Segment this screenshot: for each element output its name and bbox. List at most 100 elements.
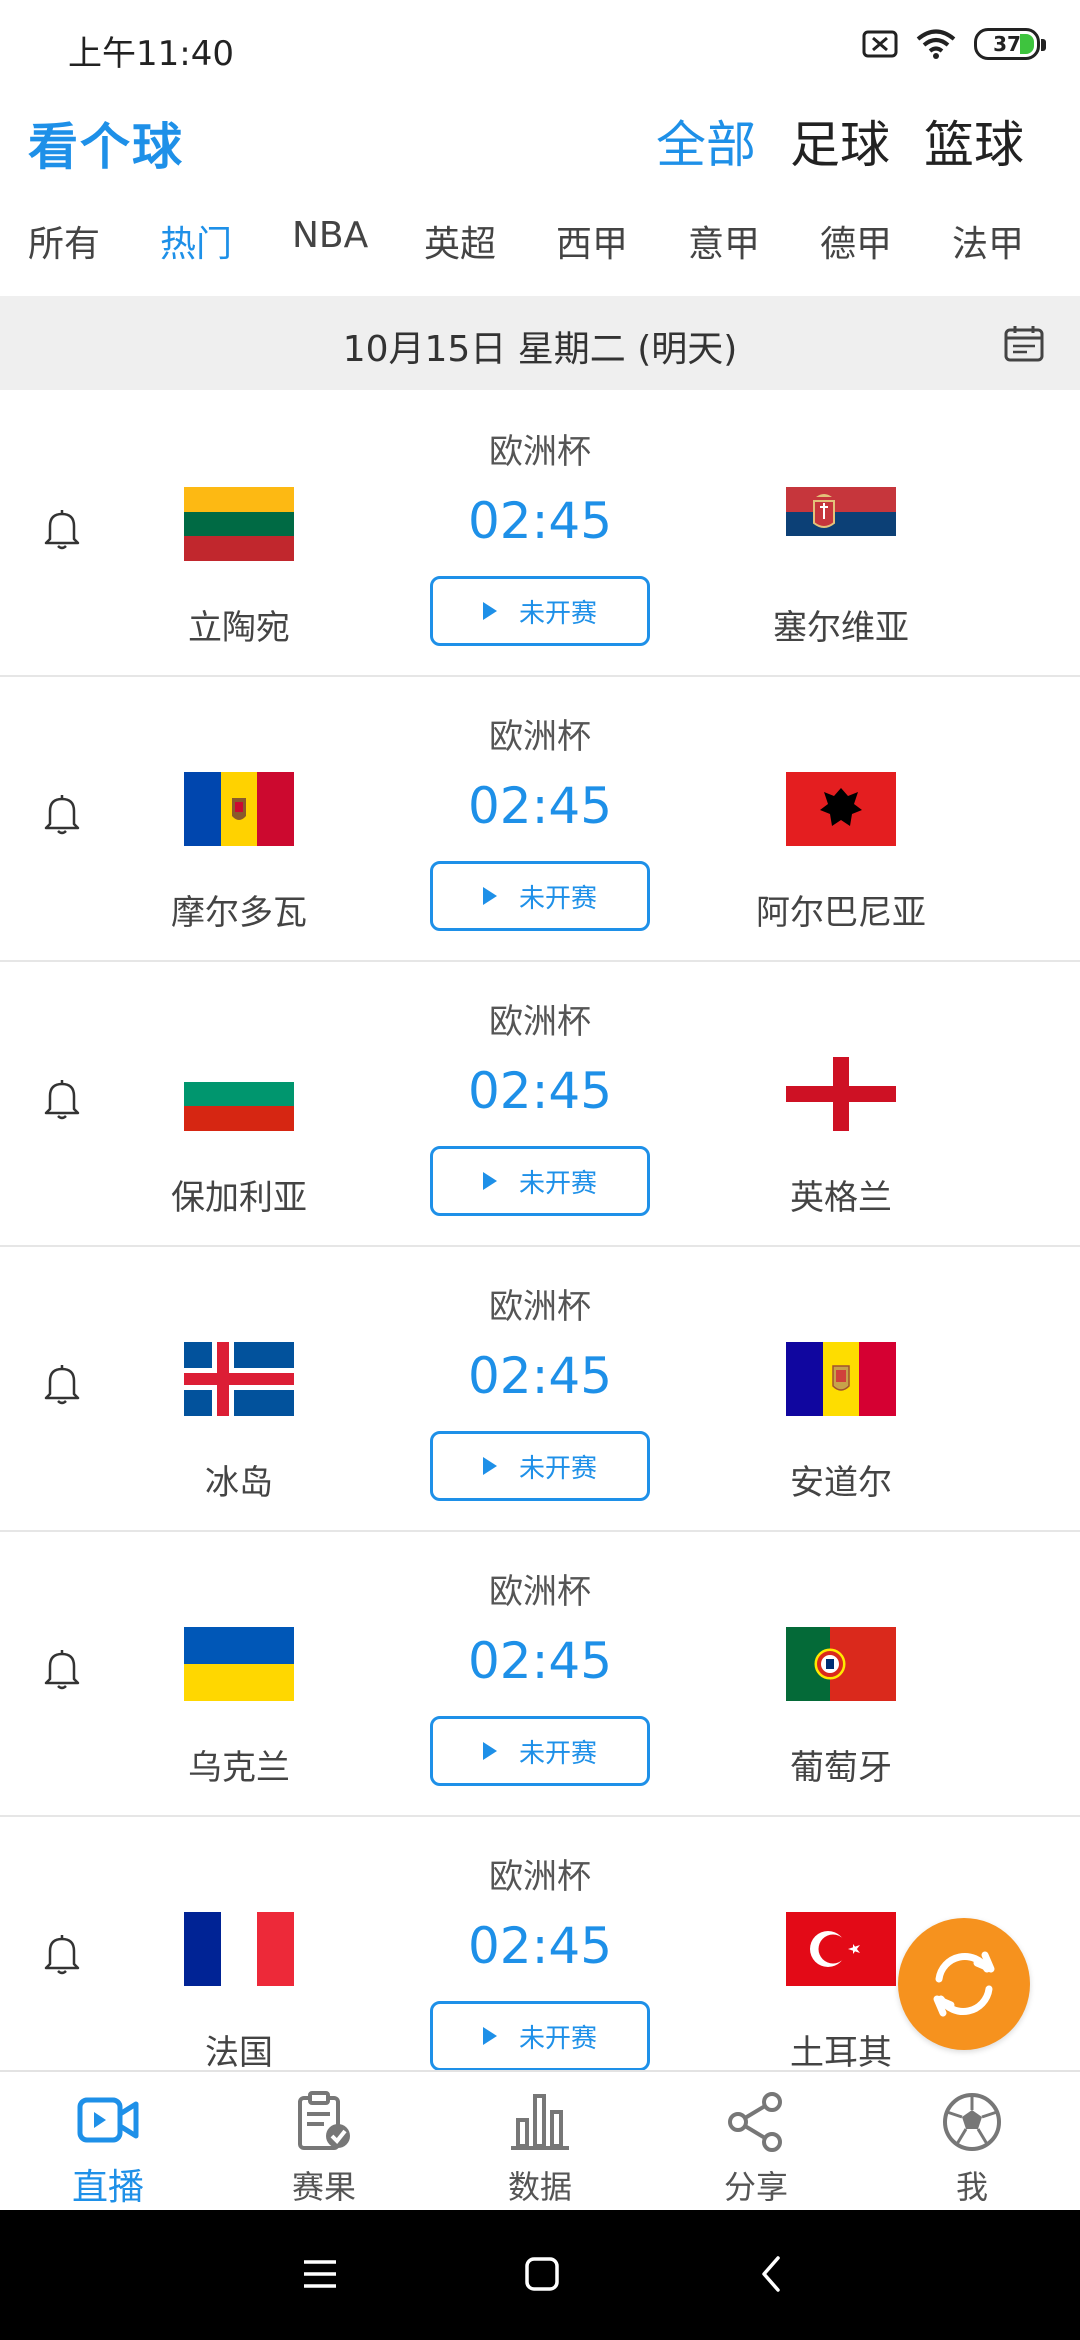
play-icon [482, 1457, 497, 1475]
away-team-name: 塞尔维亚 [773, 608, 909, 648]
play-icon [482, 602, 497, 620]
match-status-label: 未开赛 [518, 2023, 597, 2054]
share-icon [728, 2092, 782, 2152]
england-flag [786, 1057, 896, 1131]
moldova-flag [184, 772, 294, 846]
nav-data-label: 数据 [507, 2168, 572, 2206]
nav-live[interactable]: 直播 [0, 2072, 216, 2212]
lithuania-flag [184, 487, 294, 561]
match-row[interactable]: 冰岛 欧洲杯 02:45 未开赛 安道尔 [0, 1247, 1080, 1532]
home-team-name: 摩尔多瓦 [171, 893, 307, 933]
away-team-name: 阿尔巴尼亚 [756, 893, 926, 933]
calendar-icon[interactable] [1004, 324, 1044, 362]
bell-icon[interactable] [42, 507, 82, 551]
league-tab-bundesliga[interactable]: 德甲 [792, 215, 924, 295]
match-status-button[interactable]: 未开赛 [430, 1431, 650, 1501]
refresh-icon [933, 1951, 995, 2017]
away-team-name: 葡萄牙 [790, 1748, 892, 1788]
live-video-icon [77, 2097, 139, 2143]
app-logo: 看个球 [28, 118, 184, 176]
app-header: 看个球 全部 足球 篮球 [0, 95, 1080, 190]
nav-share-label: 分享 [723, 2168, 788, 2206]
match-status-button[interactable]: 未开赛 [430, 1146, 650, 1216]
nav-me[interactable]: 我 [864, 2072, 1080, 2212]
sport-tabs: 全部 足球 篮球 [656, 105, 1024, 177]
league-tab-serie-a[interactable]: 意甲 [660, 215, 792, 295]
albania-flag [786, 772, 896, 846]
bell-icon[interactable] [42, 1077, 82, 1121]
status-bar: 上午11:40 37 [0, 0, 1080, 95]
bulgaria-flag [184, 1057, 294, 1131]
bell-icon[interactable] [42, 1932, 82, 1976]
ukraine-flag [184, 1627, 294, 1701]
league-tab-all[interactable]: 所有 [0, 215, 132, 295]
home-icon[interactable] [524, 2254, 560, 2294]
bell-icon[interactable] [42, 792, 82, 836]
bell-icon[interactable] [42, 1362, 82, 1406]
date-bar: 10月15日 星期二 (明天) [0, 296, 1080, 390]
nav-me-label: 我 [955, 2168, 988, 2206]
league-tab-nba[interactable]: NBA [264, 215, 396, 295]
date-label: 10月15日 星期二 (明天) [342, 329, 738, 370]
wifi-icon [916, 29, 956, 59]
match-time: 02:45 [467, 1917, 613, 1975]
play-icon [482, 1742, 497, 1760]
away-team-name: 英格兰 [790, 1178, 892, 1218]
home-team-name: 立陶宛 [188, 608, 290, 648]
menu-icon[interactable] [302, 2254, 338, 2294]
refresh-button[interactable] [898, 1918, 1030, 2050]
andorra-flag [786, 1342, 896, 1416]
match-status-button[interactable]: 未开赛 [430, 861, 650, 931]
league-name: 欧洲杯 [489, 717, 591, 757]
play-icon [482, 2027, 497, 2045]
iceland-flag [184, 1342, 294, 1416]
match-list: 立陶宛 欧洲杯 02:45 未开赛 塞尔维亚 摩尔多瓦 欧洲杯 02:45 未开… [0, 392, 1080, 2070]
play-icon [482, 1172, 497, 1190]
league-name: 欧洲杯 [489, 1287, 591, 1327]
soccer-ball-icon [943, 2093, 1001, 2151]
home-team-name: 乌克兰 [188, 1748, 290, 1788]
match-status-button[interactable]: 未开赛 [430, 1716, 650, 1786]
tab-football[interactable]: 足球 [790, 105, 890, 177]
status-icons: 37 [862, 28, 1046, 60]
league-name: 欧洲杯 [489, 1572, 591, 1612]
away-team-name: 安道尔 [790, 1463, 892, 1503]
match-status-label: 未开赛 [518, 598, 597, 629]
match-status-label: 未开赛 [518, 1738, 597, 1769]
nav-data[interactable]: 数据 [432, 2072, 648, 2212]
match-row[interactable]: 立陶宛 欧洲杯 02:45 未开赛 塞尔维亚 [0, 392, 1080, 677]
nav-live-label: 直播 [71, 2167, 144, 2208]
back-icon[interactable] [756, 2254, 786, 2294]
battery-icon: 37 [974, 28, 1046, 60]
league-name: 欧洲杯 [489, 1857, 591, 1897]
match-status-button[interactable]: 未开赛 [430, 576, 650, 646]
match-time: 02:45 [467, 1062, 613, 1120]
portugal-flag [786, 1627, 896, 1701]
home-team-name: 保加利亚 [171, 1178, 307, 1218]
match-time: 02:45 [467, 1632, 613, 1690]
sim-error-icon [862, 30, 898, 58]
match-status-button[interactable]: 未开赛 [430, 2001, 650, 2070]
bar-chart-icon [511, 2094, 569, 2150]
bell-icon[interactable] [42, 1647, 82, 1691]
home-team-name: 冰岛 [205, 1463, 273, 1503]
nav-share[interactable]: 分享 [648, 2072, 864, 2212]
league-tab-la-liga[interactable]: 西甲 [528, 215, 660, 295]
match-time: 02:45 [467, 1347, 613, 1405]
league-tab-hot[interactable]: 热门 [132, 215, 264, 295]
league-tabs: 所有 热门 NBA 英超 西甲 意甲 德甲 法甲 [0, 215, 1080, 295]
league-tab-premier-league[interactable]: 英超 [396, 215, 528, 295]
match-status-label: 未开赛 [518, 1168, 597, 1199]
match-row[interactable]: 保加利亚 欧洲杯 02:45 未开赛 英格兰 [0, 962, 1080, 1247]
status-time: 上午11:40 [68, 34, 234, 74]
tab-basketball[interactable]: 篮球 [924, 105, 1024, 177]
match-row[interactable]: 摩尔多瓦 欧洲杯 02:45 未开赛 阿尔巴尼亚 [0, 677, 1080, 962]
match-time: 02:45 [467, 492, 613, 550]
match-status-label: 未开赛 [518, 883, 597, 914]
match-row[interactable]: 乌克兰 欧洲杯 02:45 未开赛 葡萄牙 [0, 1532, 1080, 1817]
nav-results[interactable]: 赛果 [216, 2072, 432, 2212]
league-tab-ligue-1[interactable]: 法甲 [924, 215, 1056, 295]
tab-all-sports[interactable]: 全部 [656, 105, 756, 177]
play-icon [482, 887, 497, 905]
results-clipboard-icon [298, 2091, 350, 2150]
